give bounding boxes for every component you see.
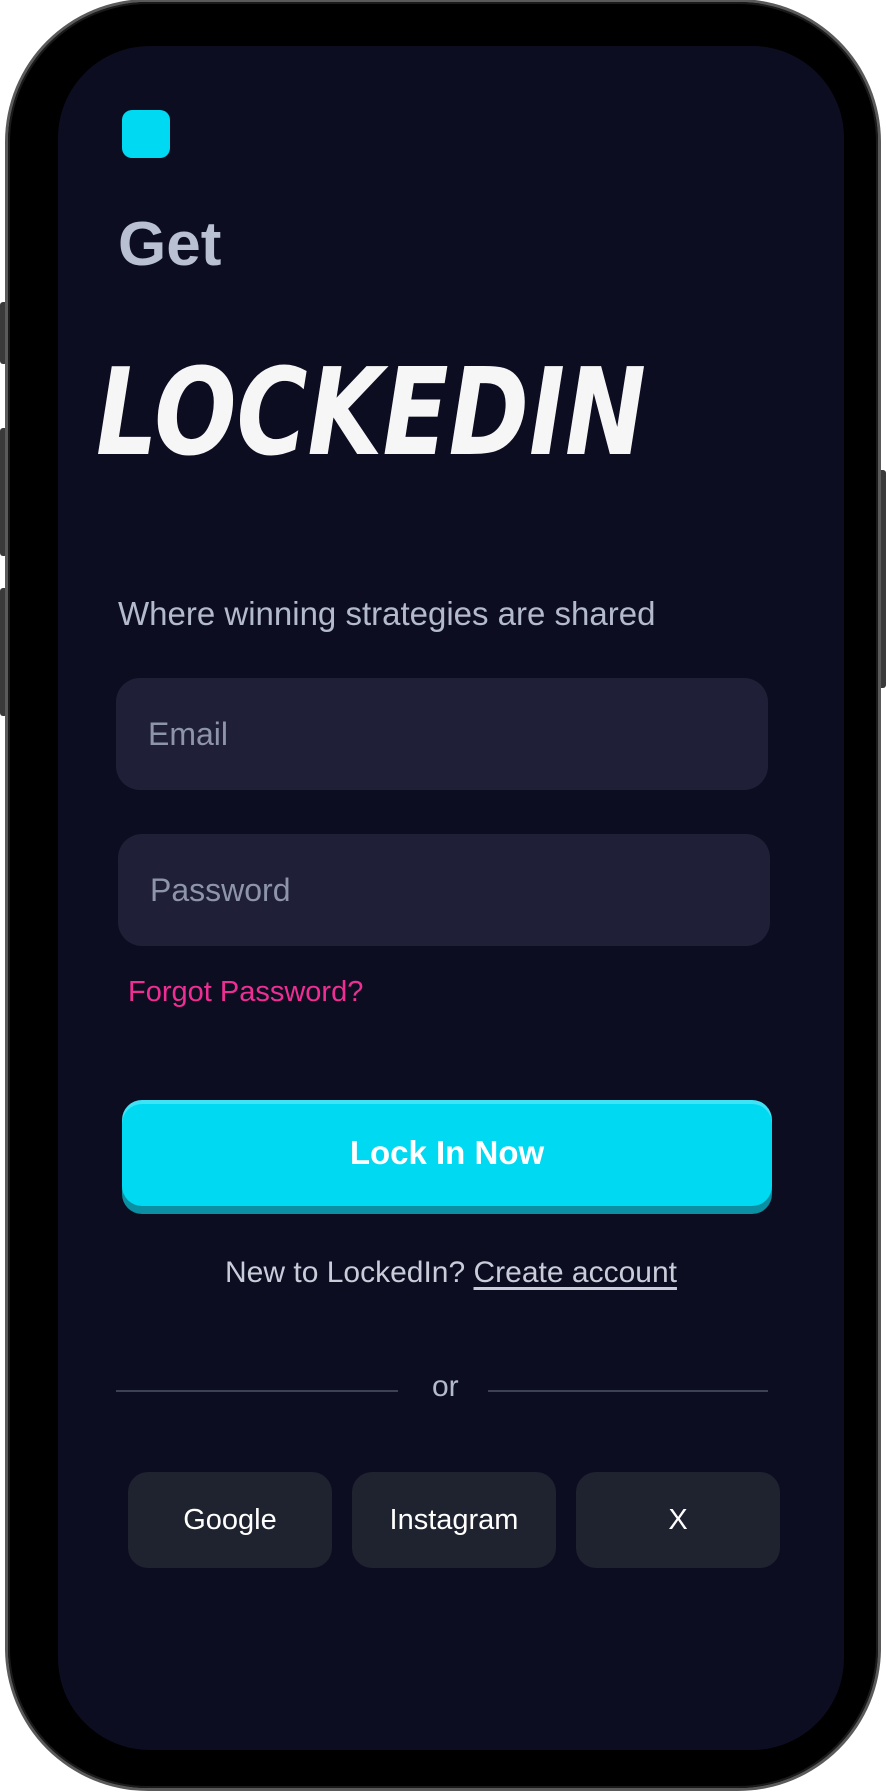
lock-in-now-button[interactable]: Lock In Now: [122, 1100, 772, 1206]
create-account-link[interactable]: Create account: [474, 1256, 677, 1289]
instagram-login-button[interactable]: Instagram: [352, 1472, 556, 1568]
x-login-button[interactable]: X: [576, 1472, 780, 1568]
brand-wordmark: LOCKEDIN: [94, 336, 654, 486]
app-logo-icon: [122, 110, 170, 158]
tagline: Where winning strategies are shared: [118, 595, 656, 632]
forgot-password-link[interactable]: Forgot Password?: [128, 976, 363, 1009]
login-screen: Get LOCKEDIN Where winning strategies ar…: [58, 46, 844, 1750]
password-field[interactable]: [118, 834, 770, 946]
brand-wordmark-graphic: LOCKEDIN: [96, 344, 646, 483]
brand-wordmark-text: LOCKEDIN: [96, 344, 646, 483]
volume-up-button: [0, 428, 8, 556]
get-heading: Get: [118, 210, 222, 279]
divider-line-left: [116, 1390, 398, 1392]
divider-line-right: [488, 1390, 768, 1392]
volume-down-button: [0, 588, 8, 716]
google-login-button[interactable]: Google: [128, 1472, 332, 1568]
silent-switch: [0, 302, 8, 364]
power-button: [878, 470, 886, 688]
signup-prompt: New to LockedIn? Create account: [58, 1256, 844, 1290]
signup-prompt-text: New to LockedIn?: [225, 1256, 466, 1289]
email-field[interactable]: [116, 678, 768, 790]
phone-frame: Get LOCKEDIN Where winning strategies ar…: [8, 2, 878, 1788]
divider-or-label: or: [432, 1370, 459, 1403]
